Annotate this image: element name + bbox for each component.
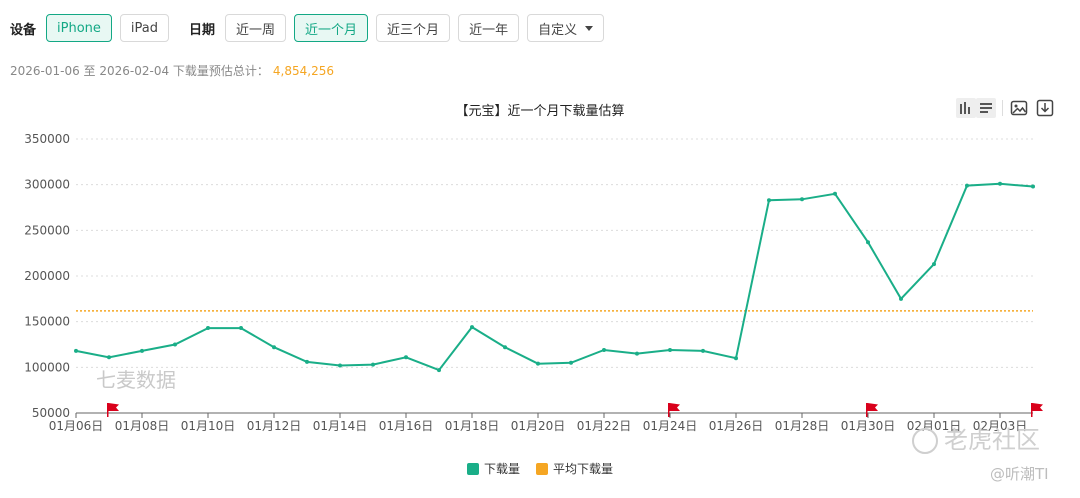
y-tick-label: 200000 bbox=[24, 269, 70, 283]
y-tick-label: 350000 bbox=[24, 132, 70, 146]
x-tick-label: 01月12日 bbox=[247, 419, 302, 433]
data-point bbox=[701, 348, 705, 353]
x-tick-label: 01月08日 bbox=[115, 419, 170, 433]
data-point bbox=[668, 347, 672, 352]
x-tick-label: 01月06日 bbox=[49, 419, 104, 433]
data-point bbox=[107, 355, 111, 360]
data-point bbox=[536, 361, 540, 366]
x-tick-label: 01月24日 bbox=[643, 419, 698, 433]
data-point bbox=[272, 345, 276, 350]
data-point bbox=[404, 355, 408, 360]
legend-item-average[interactable]: 平均下载量 bbox=[536, 460, 613, 477]
y-tick-label: 250000 bbox=[24, 223, 70, 237]
x-tick-label: 01月20日 bbox=[511, 419, 566, 433]
y-tick-label: 150000 bbox=[24, 315, 70, 329]
x-tick-label: 01月28日 bbox=[775, 419, 830, 433]
data-point bbox=[503, 345, 507, 350]
data-point bbox=[569, 360, 573, 365]
data-point bbox=[338, 363, 342, 368]
data-point bbox=[932, 262, 936, 267]
chart-legend: 下载量 平均下载量 bbox=[0, 460, 1080, 477]
y-tick-label: 50000 bbox=[32, 406, 70, 420]
legend-item-downloads[interactable]: 下载量 bbox=[466, 460, 520, 477]
watermark-bottom-right-text: 老虎社区 bbox=[944, 426, 1040, 454]
data-point bbox=[470, 325, 474, 330]
tiger-logo-icon bbox=[912, 428, 938, 454]
watermark-left: 七麦数据 bbox=[96, 368, 176, 392]
legend-swatch-downloads bbox=[466, 462, 479, 475]
legend-label-downloads: 下载量 bbox=[483, 462, 520, 476]
data-point bbox=[734, 356, 738, 361]
data-point bbox=[635, 351, 639, 356]
data-point bbox=[998, 181, 1002, 186]
x-tick-label: 01月18日 bbox=[445, 419, 500, 433]
y-tick-label: 100000 bbox=[24, 360, 70, 374]
data-point bbox=[173, 342, 177, 347]
data-point bbox=[206, 326, 210, 331]
data-point bbox=[767, 198, 771, 203]
data-point bbox=[140, 348, 144, 353]
x-tick-label: 01月10日 bbox=[181, 419, 236, 433]
series-line-downloads bbox=[75, 182, 1034, 372]
watermark-bottom-right: 老虎社区 bbox=[912, 420, 1040, 455]
data-point bbox=[899, 296, 903, 301]
data-point bbox=[437, 368, 441, 373]
flag-marker-icon[interactable] bbox=[107, 403, 119, 417]
data-point bbox=[866, 240, 870, 245]
x-tick-label: 01月16日 bbox=[379, 419, 434, 433]
data-point bbox=[800, 197, 804, 202]
x-tick-label: 01月26日 bbox=[709, 419, 764, 433]
data-point bbox=[1031, 184, 1035, 189]
x-tick-label: 01月14日 bbox=[313, 419, 368, 433]
data-point bbox=[305, 359, 309, 364]
flag-marker-icon[interactable] bbox=[1031, 403, 1043, 417]
data-point bbox=[833, 191, 837, 196]
legend-swatch-average bbox=[536, 462, 548, 475]
x-tick-label: 01月22日 bbox=[577, 419, 632, 433]
data-point bbox=[239, 326, 243, 331]
data-point bbox=[965, 183, 969, 188]
legend-label-average: 平均下载量 bbox=[553, 462, 614, 476]
y-tick-label: 300000 bbox=[24, 178, 70, 192]
data-point bbox=[602, 347, 606, 352]
x-tick-label: 01月30日 bbox=[841, 419, 896, 433]
data-point bbox=[74, 348, 78, 353]
data-point bbox=[371, 362, 375, 367]
